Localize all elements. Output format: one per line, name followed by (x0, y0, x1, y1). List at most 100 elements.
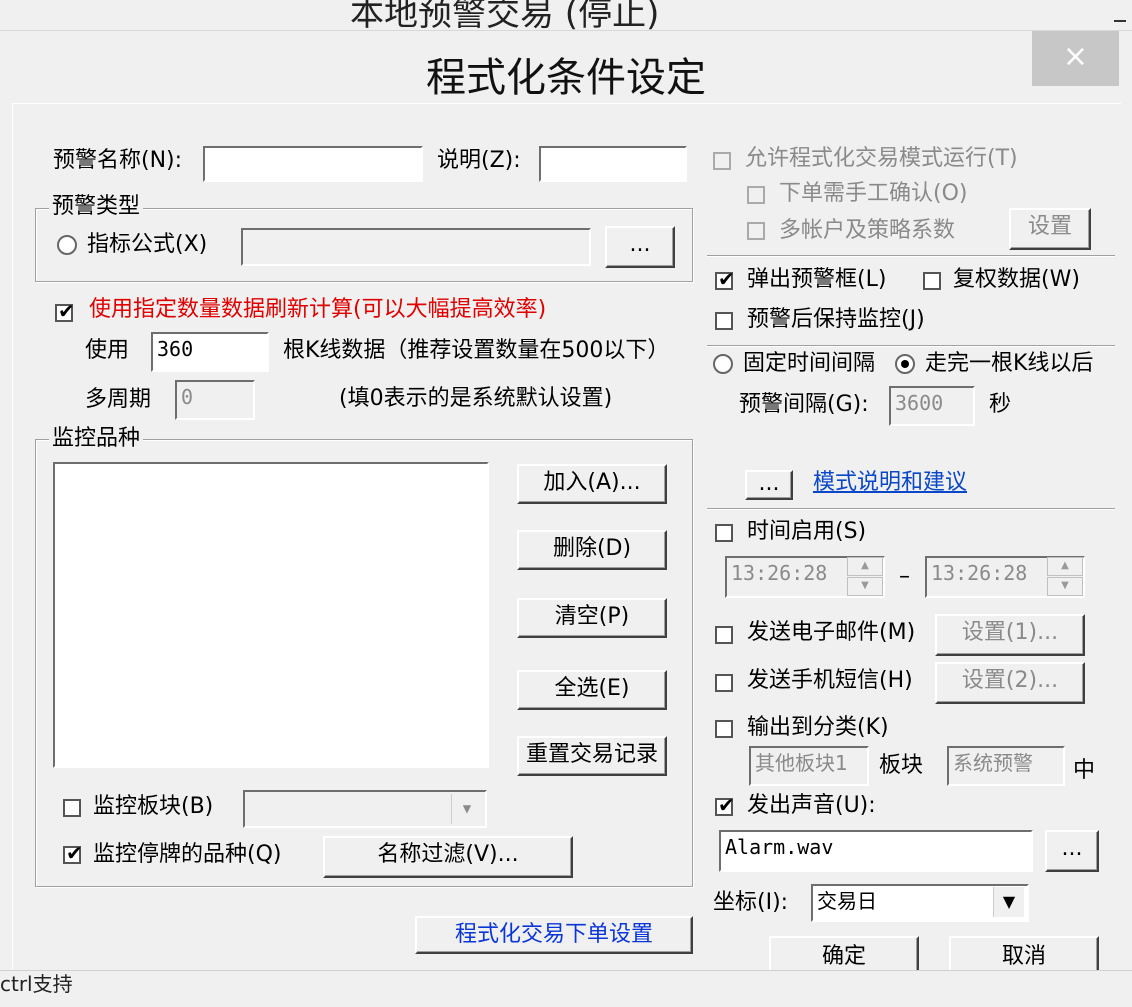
dialog-client: 预警名称(N): 说明(Z): 预警类型 指标公式(X) ... ✔ 使用指定数… (12, 103, 1121, 980)
multi-period-label: 多周期 (85, 387, 152, 412)
alert-type-legend: 预警类型 (49, 192, 144, 222)
chevron-down-icon: ▼ (993, 887, 1024, 917)
email-settings-button[interactable]: 设置(1)... (935, 614, 1085, 656)
select-all-button[interactable]: 全选(E) (517, 670, 667, 710)
k-hint-label: 根K线数据（推荐设置数量在500以下） (283, 338, 670, 363)
middle-word: 中 (1073, 758, 1096, 783)
time-to-spinner[interactable]: ▲ ▼ (1047, 557, 1083, 597)
sms-label: 发送手机短信(H) (747, 668, 913, 693)
restore-checkbox[interactable] (923, 272, 941, 290)
system-alert-input[interactable]: 系统预警 (947, 746, 1065, 786)
close-icon: × (1062, 39, 1089, 74)
keep-monitor-checkbox[interactable] (715, 312, 733, 330)
after-k-radio[interactable] (895, 354, 915, 374)
allow-prog-label: 允许程式化交易模式运行(T) (745, 146, 1018, 171)
status-bar: ctrl支持 (0, 970, 1132, 1007)
multi-period-input[interactable]: 0 (175, 380, 255, 420)
interval-unit: 秒 (989, 392, 1012, 417)
keep-monitor-label: 预警后保持监控(J) (747, 307, 925, 332)
sound-browse-button[interactable]: ... (1045, 830, 1099, 872)
suspended-label: 监控停牌的品种(Q) (93, 842, 282, 867)
dialog-title: 程式化条件设定 (426, 55, 706, 101)
status-text: ctrl支持 (0, 972, 73, 996)
manual-confirm-label: 下单需手工确认(O) (779, 181, 968, 206)
interval-input[interactable]: 3600 (889, 386, 975, 426)
spin-down-icon: ▼ (847, 577, 883, 596)
output-class-checkbox[interactable] (715, 720, 733, 738)
sms-checkbox[interactable] (715, 674, 733, 692)
spin-down-icon: ▼ (1047, 577, 1083, 596)
spin-up-icon: ▲ (1047, 557, 1083, 576)
formula-browse-button[interactable]: ... (605, 226, 675, 268)
sms-settings-button[interactable]: 设置(2)... (935, 662, 1085, 704)
desc-input[interactable] (539, 146, 687, 182)
formula-radio[interactable] (57, 235, 77, 255)
time-separator: – (899, 564, 910, 589)
check-icon: ✔ (718, 267, 735, 291)
monitor-block-checkbox[interactable] (63, 799, 81, 817)
background-minimize-icon (1114, 20, 1126, 22)
formula-input[interactable] (241, 228, 591, 266)
fixed-interval-label: 固定时间间隔 (743, 351, 876, 376)
other-block-input[interactable]: 其他板块1 (749, 746, 869, 786)
refresh-checkbox[interactable]: ✔ (55, 300, 75, 322)
delete-button[interactable]: 删除(D) (517, 530, 667, 570)
sound-checkbox[interactable]: ✔ (715, 794, 735, 816)
allow-prog-checkbox[interactable] (713, 152, 731, 170)
multi-period-hint: (填0表示的是系统默认设置) (339, 386, 613, 411)
coord-select[interactable]: 交易日 ▼ (811, 884, 1029, 922)
spin-up-icon: ▲ (847, 557, 883, 576)
chevron-down-icon: ▼ (451, 794, 482, 824)
name-filter-button[interactable]: 名称过滤(V)... (323, 836, 573, 878)
formula-label: 指标公式(X) (87, 232, 208, 257)
monitor-block-select[interactable]: ▼ (243, 790, 487, 828)
multi-account-label: 多帐户及策略系数 (779, 218, 956, 243)
monitor-block-label: 监控板块(B) (93, 794, 214, 819)
time-enable-checkbox[interactable] (715, 524, 733, 542)
check-icon: ✔ (58, 299, 75, 323)
manual-confirm-checkbox[interactable] (747, 186, 765, 204)
block-word: 板块 (879, 753, 924, 778)
sound-label: 发出声音(U): (747, 793, 876, 818)
popup-label: 弹出预警框(L) (747, 267, 887, 292)
use-label: 使用 (85, 338, 130, 363)
add-button[interactable]: 加入(A)... (517, 464, 667, 504)
suspended-checkbox[interactable]: ✔ (63, 842, 83, 864)
close-button[interactable]: × (1032, 31, 1119, 86)
mode-browse-button[interactable]: ... (745, 470, 793, 500)
time-from-value: 13:26:28 (731, 561, 828, 585)
after-k-label: 走完一根K线以后 (925, 351, 1094, 376)
monitor-legend: 监控品种 (49, 424, 144, 454)
separator (707, 255, 1115, 257)
separator (707, 508, 1115, 510)
refresh-label: 使用指定数量数据刷新计算(可以大幅提高效率) (89, 297, 547, 322)
conditions-dialog: 程式化条件设定 × 预警名称(N): 说明(Z): 预警类型 指标公式(X) .… (0, 30, 1132, 980)
time-to-value: 13:26:28 (931, 561, 1028, 585)
coord-label: 坐标(I): (713, 890, 789, 915)
mode-help-link[interactable]: 模式说明和建议 (813, 468, 967, 498)
time-enable-label: 时间启用(S) (747, 519, 867, 544)
radio-dot-icon (901, 360, 909, 368)
multi-account-set-button[interactable]: 设置 (1009, 208, 1091, 250)
fixed-interval-radio[interactable] (713, 354, 733, 374)
reset-trade-button[interactable]: 重置交易记录 (517, 736, 667, 776)
email-checkbox[interactable] (715, 626, 733, 644)
interval-label: 预警间隔(G): (739, 392, 869, 417)
clear-button[interactable]: 清空(P) (517, 598, 667, 638)
sound-file-input[interactable]: Alarm.wav (719, 830, 1033, 872)
restore-label: 复权数据(W) (953, 267, 1080, 292)
desc-label: 说明(Z): (437, 148, 521, 173)
symbol-list[interactable] (53, 462, 489, 768)
k-count-input[interactable]: 360 (151, 332, 269, 372)
check-icon: ✔ (718, 793, 735, 817)
alert-name-label: 预警名称(N): (53, 148, 183, 173)
email-label: 发送电子邮件(M) (747, 620, 916, 645)
coord-value: 交易日 (817, 889, 877, 913)
popup-checkbox[interactable]: ✔ (715, 268, 735, 290)
order-settings-button[interactable]: 程式化交易下单设置 (415, 916, 693, 954)
check-icon: ✔ (66, 841, 83, 865)
multi-account-checkbox[interactable] (747, 222, 765, 240)
alert-name-input[interactable] (203, 146, 423, 182)
time-from-spinner[interactable]: ▲ ▼ (847, 557, 883, 597)
separator (707, 345, 1115, 347)
